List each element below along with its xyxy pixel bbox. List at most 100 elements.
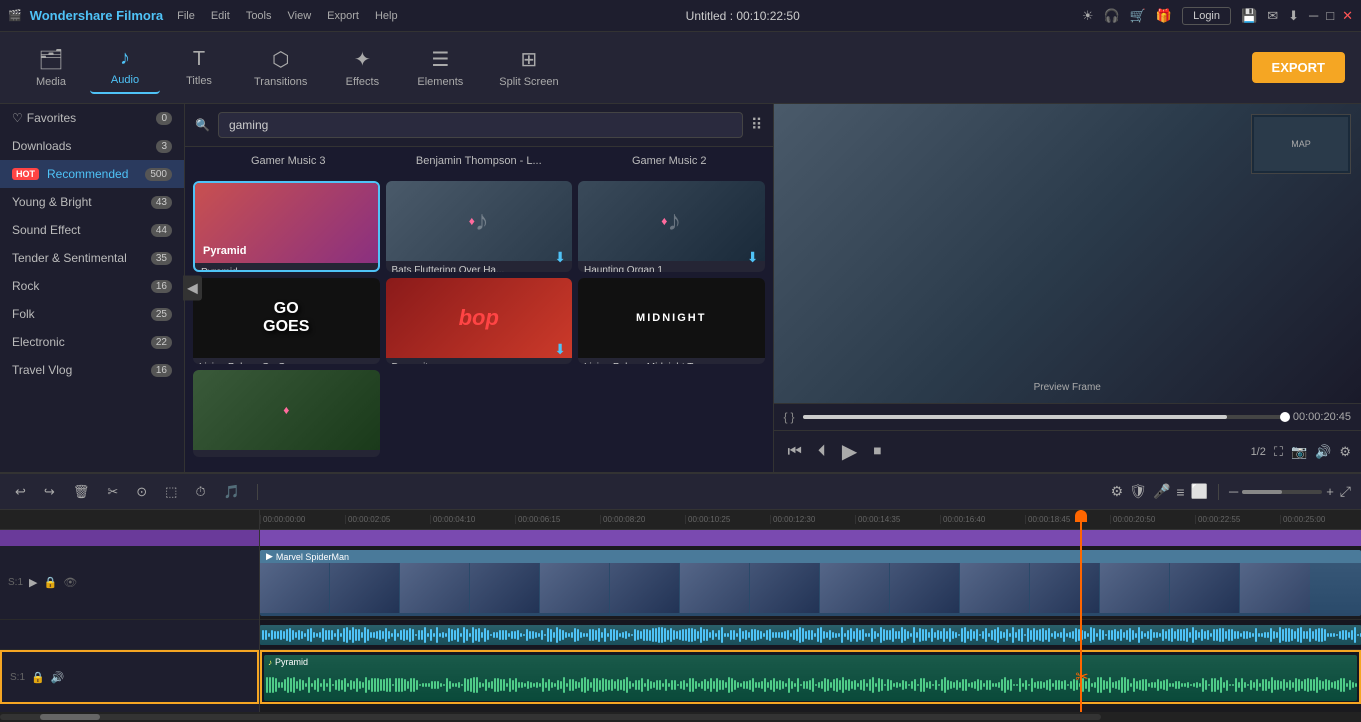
timeline-tracks-area: 00:00:00:00 00:00:02:05 00:00:04:10 00:0… [260, 510, 1361, 712]
sidebar-item-tender[interactable]: Tender & Sentimental 35 [0, 244, 184, 272]
copy-button[interactable]: ⊙ [131, 482, 152, 502]
progress-fill [803, 415, 1227, 419]
mic-icon[interactable]: 🎤 [1153, 483, 1170, 500]
menu-file[interactable]: File [171, 8, 201, 24]
menu-help[interactable]: Help [369, 8, 404, 24]
headphone-icon[interactable]: 🎧 [1104, 8, 1120, 24]
music-card-midnight[interactable]: MIDNIGHT Living Pulse - Midnight T... [578, 278, 765, 365]
sidebar-item-young-bright[interactable]: Young & Bright 43 [0, 188, 184, 216]
menu-export[interactable]: Export [321, 8, 365, 24]
maximize-button[interactable]: □ [1326, 8, 1334, 24]
audio-lock-icon[interactable]: 🔒 [31, 671, 45, 684]
music-card-more1[interactable]: ♦ [193, 370, 380, 457]
sidebar-collapse-button[interactable]: ◀ [183, 276, 202, 301]
speed-button[interactable]: ⏱ [190, 482, 210, 502]
menu-edit[interactable]: Edit [205, 8, 236, 24]
undo-button[interactable]: ↩ [10, 482, 31, 502]
titlebar-right: ☀ 🎧 🛒 🎁 Login 💾 ✉ ⬇ ─ □ ✕ [1082, 7, 1353, 25]
heart-icon: ♡ [12, 111, 23, 125]
playhead [1080, 510, 1082, 712]
video-thumb-5 [540, 563, 610, 613]
download-icon[interactable]: ⬇ [1288, 8, 1299, 24]
media-label: Media [36, 76, 66, 88]
timeline-toolbar-right: ⚙ 🛡 🎤 ≡ ⬜ ─ + ⤢ [1111, 483, 1351, 500]
minimize-button[interactable]: ─ [1309, 8, 1318, 24]
video-eye-icon[interactable]: 👁 [63, 576, 77, 589]
menu-view[interactable]: View [282, 8, 318, 24]
skip-to-start-button[interactable]: ⏮ [784, 441, 806, 463]
sidebar-item-sound-effect[interactable]: Sound Effect 44 [0, 216, 184, 244]
timeline-scrollbar[interactable] [0, 712, 1361, 722]
volume-icon[interactable]: 🔊 [1315, 444, 1331, 460]
grid-view-icon[interactable]: ⠿ [751, 115, 763, 135]
hot-badge: HOT [12, 168, 39, 180]
play-button[interactable]: ▶ [838, 437, 861, 466]
redo-button[interactable]: ↪ [39, 482, 60, 502]
camera-icon[interactable]: 📷 [1291, 444, 1307, 460]
playhead-handle[interactable] [1075, 510, 1087, 522]
stop-button[interactable]: ⏹ [869, 441, 885, 463]
cut-button[interactable]: ✂ [102, 482, 123, 502]
shield-icon[interactable]: 🛡 [1129, 483, 1147, 500]
zoom-in-icon[interactable]: + [1326, 484, 1334, 499]
toolbar-elements[interactable]: ☰ Elements [401, 41, 479, 94]
sidebar-item-downloads[interactable]: Downloads 3 [0, 132, 184, 160]
toolbar-transitions[interactable]: ⬡ Transitions [238, 41, 323, 94]
sidebar-item-rock[interactable]: Rock 16 [0, 272, 184, 300]
audio-volume-icon[interactable]: 🔊 [51, 671, 65, 684]
audio-selected-track[interactable]: ♪ Pyramid ✂ [260, 650, 1361, 704]
preview-area: MAP Preview Frame { } 00:00:20:45 ⏮ ⏴ ▶ … [773, 104, 1361, 472]
music-card-pyramid[interactable]: Pyramid Pyramid [193, 181, 380, 272]
cart-icon[interactable]: 🛒 [1130, 8, 1146, 24]
music-card-dynamite[interactable]: bop ⬇ Dynamite [386, 278, 573, 365]
video-thumb-12 [1030, 563, 1100, 613]
preview-progress-bar: { } 00:00:20:45 [774, 403, 1361, 430]
travel-count: 16 [151, 364, 172, 377]
settings-icon[interactable]: ⚙ [1339, 444, 1351, 460]
sidebar-item-travel-vlog[interactable]: Travel Vlog 16 [0, 356, 184, 384]
sidebar-item-favorites[interactable]: ♡ Favorites 0 [0, 104, 184, 132]
toolbar-effects[interactable]: ✦ Effects [327, 41, 397, 94]
toolbar-audio[interactable]: ♪ Audio [90, 41, 160, 94]
music-card-gogoes[interactable]: GO GOES Living Pulse - Go Goes [193, 278, 380, 365]
video-thumb-10 [890, 563, 960, 613]
audio-label: Audio [111, 74, 139, 86]
video-lock-icon[interactable]: 🔒 [43, 576, 57, 589]
export-button[interactable]: EXPORT [1252, 52, 1345, 83]
scrollbar-thumb[interactable] [40, 714, 100, 720]
sun-icon[interactable]: ☀ [1082, 8, 1094, 24]
zoom-slider[interactable] [1242, 490, 1322, 494]
toolbar-media[interactable]: 🗂 Media [16, 41, 86, 94]
sidebar-item-recommended[interactable]: HOT Recommended 500 [0, 160, 184, 188]
delete-button[interactable]: 🗑 [68, 482, 95, 502]
video-clip[interactable]: ▶ Marvel SpiderMan [260, 550, 1361, 616]
step-back-button[interactable]: ⏴ [814, 441, 830, 463]
sidebar-item-folk[interactable]: Folk 25 [0, 300, 184, 328]
haunting-thumb: ♦ ♪ ⬇ [578, 181, 765, 261]
video-thumb-9 [820, 563, 890, 613]
sidebar-item-electronic[interactable]: Electronic 22 [0, 328, 184, 356]
video-progress-bar[interactable] [803, 415, 1285, 419]
audio-button[interactable]: 🎵 [219, 482, 245, 502]
search-input[interactable] [218, 112, 743, 138]
expand-icon[interactable]: ⤢ [1340, 483, 1351, 500]
music-card-bats[interactable]: ♦ ♪ ⬇ Bats Fluttering Over Ha... [386, 181, 573, 272]
menu-tools[interactable]: Tools [240, 8, 278, 24]
fullscreen-icon[interactable]: ⛶ [1274, 444, 1283, 460]
zoom-out-icon[interactable]: ─ [1229, 484, 1238, 499]
audio-icon: ♪ [120, 47, 130, 70]
toolbar-split-screen[interactable]: ⊞ Split Screen [483, 41, 574, 94]
music-card-haunting[interactable]: ♦ ♪ ⬇ Haunting Organ 1 [578, 181, 765, 272]
login-button[interactable]: Login [1182, 7, 1231, 25]
overlay-icon[interactable]: ⬜ [1191, 483, 1208, 500]
purple-overlay-bar [260, 530, 1361, 546]
crop-button[interactable]: ⬚ [160, 482, 182, 502]
list-icon[interactable]: ≡ [1176, 484, 1184, 500]
close-button[interactable]: ✕ [1342, 8, 1353, 24]
save-icon[interactable]: 💾 [1241, 8, 1257, 24]
tender-count: 35 [151, 252, 172, 265]
mail-icon[interactable]: ✉ [1267, 8, 1278, 24]
toolbar-titles[interactable]: T Titles [164, 42, 234, 93]
gift-icon[interactable]: 🎁 [1156, 8, 1172, 24]
gear-icon[interactable]: ⚙ [1111, 483, 1124, 500]
